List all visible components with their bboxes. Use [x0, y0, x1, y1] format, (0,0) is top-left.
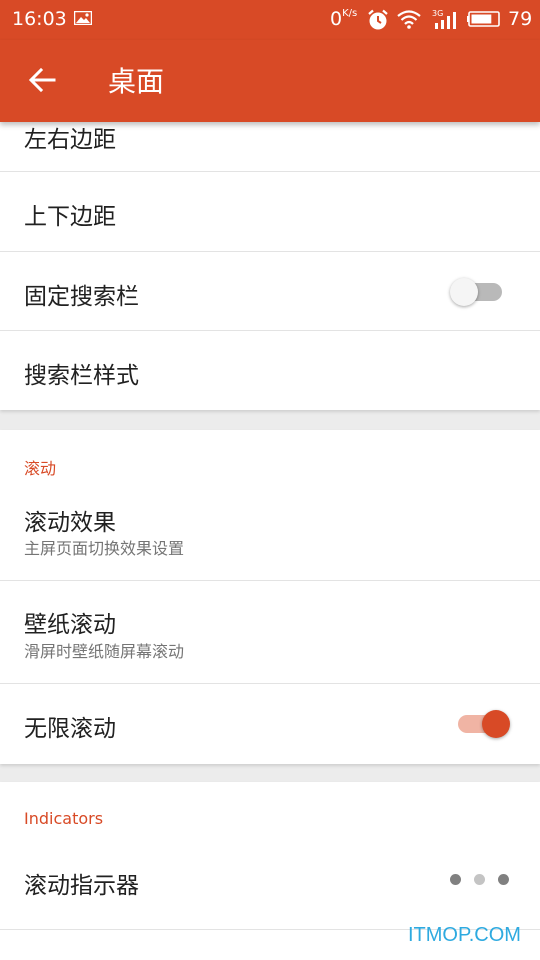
setting-subtitle: 主屏页面切换效果设置 — [24, 539, 185, 558]
indicator-dot — [498, 874, 509, 885]
setting-label: 壁纸滚动 — [24, 612, 116, 638]
setting-item-infinite-scroll[interactable]: 无限滚动 — [0, 684, 540, 764]
battery-level: 79 — [508, 8, 533, 30]
indicator-dot — [474, 874, 485, 885]
setting-label: 滚动指示器 — [24, 873, 139, 899]
setting-item-search-bar-style[interactable]: 搜索栏样式 — [0, 331, 540, 410]
setting-label: 固定搜索栏 — [24, 284, 139, 310]
status-bar: 16:03 0K/s 3G 79 — [0, 0, 540, 40]
setting-item-fixed-search-bar[interactable]: 固定搜索栏 — [0, 252, 540, 331]
infinite-scroll-toggle[interactable] — [454, 708, 510, 738]
net-speed-value: 0 — [330, 8, 343, 30]
setting-label: 无限滚动 — [24, 716, 116, 742]
settings-group-scroll: 滚动 滚动效果 主屏页面切换效果设置 壁纸滚动 滑屏时壁纸随屏幕滚动 无限滚动 — [0, 430, 540, 764]
setting-label: 滚动效果 — [24, 510, 116, 536]
indicator-dot — [450, 874, 461, 885]
section-title-scroll: 滚动 — [24, 459, 57, 478]
net-speed-unit: K/s — [342, 8, 358, 19]
wifi-icon — [397, 10, 421, 29]
setting-item-scroll-effect[interactable]: 滚动效果 主屏页面切换效果设置 — [0, 490, 540, 581]
image-icon — [74, 11, 92, 25]
setting-item-wallpaper-scroll[interactable]: 壁纸滚动 滑屏时壁纸随屏幕滚动 — [0, 581, 540, 684]
fixed-search-bar-toggle[interactable] — [450, 276, 506, 306]
setting-subtitle: 滑屏时壁纸随屏幕滚动 — [24, 642, 185, 661]
setting-item-scroll-indicator[interactable]: 滚动指示器 — [0, 842, 540, 930]
indicator-dots-icon — [450, 874, 512, 886]
app-bar: 桌面 — [0, 40, 540, 122]
network-type: 3G — [432, 9, 443, 18]
watermark: ITMOP.COM — [408, 924, 521, 946]
settings-group-layout: 左右边距 上下边距 固定搜索栏 搜索栏样式 — [0, 100, 540, 410]
setting-label: 搜索栏样式 — [24, 363, 139, 389]
battery-icon — [467, 11, 500, 27]
signal-icon: 3G — [432, 9, 456, 29]
arrow-left-icon[interactable] — [28, 66, 56, 94]
toggle-thumb — [450, 278, 478, 306]
setting-label: 左右边距 — [24, 127, 116, 153]
alarm-icon — [368, 9, 388, 30]
net-speed: 0K/s — [330, 8, 357, 30]
status-time: 16:03 — [12, 8, 67, 30]
setting-item-vertical-margin[interactable]: 上下边距 — [0, 172, 540, 252]
page-title: 桌面 — [108, 65, 165, 98]
section-title-indicators: Indicators — [24, 809, 104, 828]
setting-label: 上下边距 — [24, 204, 116, 230]
toggle-thumb — [482, 710, 510, 738]
